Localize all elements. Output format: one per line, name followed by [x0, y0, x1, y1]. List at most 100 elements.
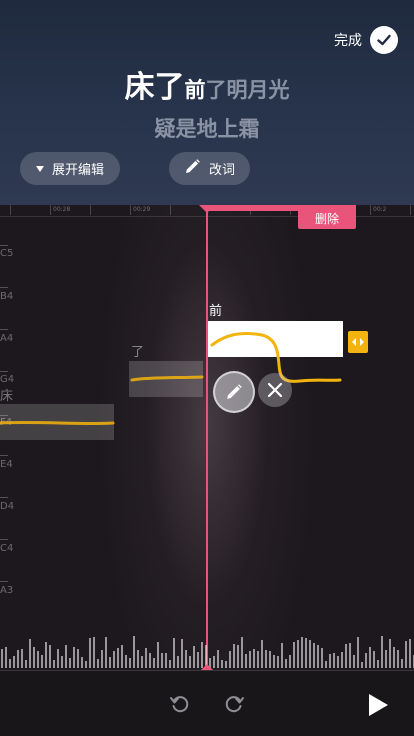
waveform-bar: [181, 639, 183, 668]
waveform-bar: [97, 659, 99, 668]
waveform-bar: [221, 660, 223, 668]
waveform-bar: [385, 650, 387, 668]
waveform-bar: [121, 645, 123, 668]
audio-waveform: [0, 620, 414, 668]
waveform-bar: [341, 652, 343, 668]
waveform-bar: [393, 647, 395, 668]
waveform-bar: [173, 638, 175, 668]
waveform-bar: [117, 648, 119, 668]
waveform-bar: [41, 655, 43, 668]
waveform-bar: [261, 640, 263, 668]
waveform-bar: [309, 640, 311, 668]
waveform-bar: [389, 639, 391, 668]
waveform-bar: [105, 637, 107, 668]
waveform-bar: [137, 650, 139, 668]
waveform-bar: [305, 638, 307, 668]
waveform-bar: [53, 660, 55, 668]
waveform-bar: [245, 654, 247, 668]
waveform-bar: [405, 641, 407, 668]
waveform-bar: [93, 637, 95, 668]
remove-note-button[interactable]: [258, 373, 292, 407]
waveform-bar: [365, 653, 367, 668]
waveform-bar: [293, 642, 295, 668]
pitch-editor[interactable]: 00:28 00:29 00:2 C5 B4 A4 G4 F4 E4 D4 C4…: [0, 205, 414, 670]
waveform-bar: [25, 660, 27, 668]
waveform-bar: [373, 651, 375, 668]
current-lyric-line: 床了前了明月光: [0, 68, 414, 112]
waveform-bar: [321, 648, 323, 668]
close-icon: [267, 382, 283, 398]
waveform-bar: [301, 637, 303, 668]
waveform-bar: [253, 649, 255, 668]
delete-button[interactable]: 删除: [298, 207, 356, 229]
waveform-bar: [17, 650, 19, 668]
waveform-bar: [45, 642, 47, 668]
waveform-bar: [349, 643, 351, 668]
playhead[interactable]: [206, 205, 208, 670]
waveform-bar: [217, 650, 219, 668]
waveform-bar: [229, 651, 231, 668]
play-button[interactable]: [364, 691, 392, 719]
waveform-bar: [281, 643, 283, 668]
playback-controls: [0, 670, 414, 736]
waveform-bar: [145, 648, 147, 668]
waveform-bar: [241, 637, 243, 668]
waveform-bar: [61, 656, 63, 668]
waveform-bar: [325, 661, 327, 668]
rename-lyrics-button[interactable]: 改词: [169, 152, 250, 185]
expand-edit-label: 展开编辑: [51, 163, 104, 178]
waveform-bar: [225, 661, 227, 668]
redo-button[interactable]: [221, 691, 247, 717]
done-button[interactable]: 完成: [334, 26, 398, 54]
waveform-bar: [285, 659, 287, 668]
undo-button[interactable]: [167, 691, 193, 717]
waveform-bar: [1, 649, 3, 668]
redo-icon: [225, 696, 244, 713]
waveform-bar: [377, 660, 379, 668]
next-lyric-line: 疑是地上霜: [154, 117, 260, 141]
waveform-bar: [157, 642, 159, 668]
waveform-bar: [269, 651, 271, 668]
waveform-bar: [337, 656, 339, 668]
lyric-header: 完成 床了前了明月光 疑是地上霜 展开编辑 改词: [0, 0, 414, 205]
waveform-bar: [141, 656, 143, 668]
waveform-bar: [397, 650, 399, 668]
waveform-bar: [165, 653, 167, 668]
waveform-bar: [273, 655, 275, 668]
note-stretch-handle[interactable]: [348, 331, 368, 353]
waveform-bar: [345, 644, 347, 668]
waveform-bar: [277, 656, 279, 668]
waveform-bar: [5, 647, 7, 668]
waveform-bar: [185, 650, 187, 668]
waveform-bar: [409, 639, 411, 668]
triangle-down-icon: [35, 165, 44, 172]
edit-note-button[interactable]: [213, 371, 255, 413]
waveform-bar: [21, 649, 23, 668]
waveform-bar: [313, 643, 315, 668]
waveform-bar: [249, 651, 251, 668]
waveform-bar: [237, 645, 239, 668]
waveform-bar: [357, 637, 359, 668]
waveform-bar: [57, 649, 59, 668]
waveform-bar: [109, 657, 111, 668]
waveform-bar: [329, 654, 331, 668]
lyric-upcoming-text: 了明月光: [205, 78, 290, 102]
waveform-bar: [257, 651, 259, 668]
waveform-bar: [81, 657, 83, 668]
waveform-bar: [161, 653, 163, 668]
pencil-icon: [184, 158, 201, 179]
waveform-bar: [89, 638, 91, 668]
waveform-bar: [381, 636, 383, 668]
waveform-bar: [73, 647, 75, 668]
waveform-bar: [37, 651, 39, 668]
waveform-bar: [65, 645, 67, 668]
expand-edit-button[interactable]: 展开编辑: [20, 152, 120, 185]
checkmark-icon: [370, 26, 398, 54]
waveform-bar: [265, 650, 267, 668]
waveform-bar: [177, 656, 179, 668]
waveform-bar: [149, 653, 151, 668]
lyric-sung-text: 床了: [124, 70, 185, 105]
waveform-bar: [13, 656, 15, 668]
waveform-bar: [153, 658, 155, 668]
waveform-bar: [289, 655, 291, 668]
